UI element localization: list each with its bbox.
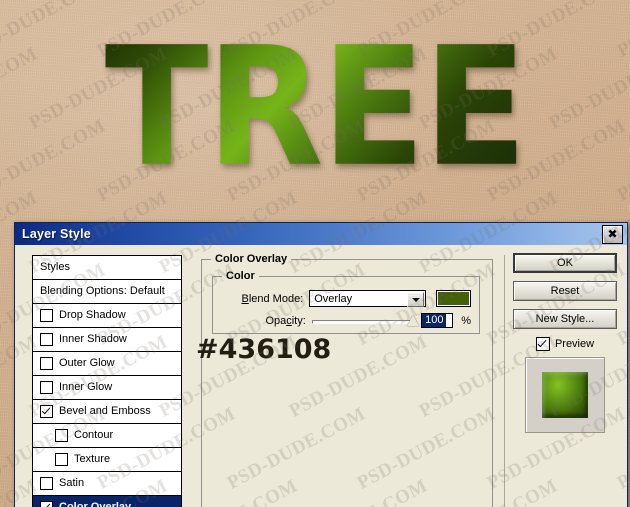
- styles-list-item-label: Satin: [59, 477, 85, 489]
- opacity-unit: %: [461, 314, 471, 327]
- blend-mode-row: Blend Mode: Overlay: [225, 290, 471, 307]
- opacity-slider-track: [311, 319, 416, 324]
- color-overlay-group-title: Color Overlay: [211, 253, 292, 265]
- styles-list-item-label: Inner Shadow: [59, 333, 127, 345]
- artwork-canvas: TREE: [0, 0, 630, 225]
- preview-checkbox[interactable]: [535, 337, 550, 351]
- styles-list-item[interactable]: Inner Shadow: [33, 328, 181, 352]
- panel-divider: [504, 255, 505, 507]
- style-enable-checkbox[interactable]: [55, 453, 68, 466]
- styles-list-item-label: Inner Glow: [59, 381, 113, 393]
- blend-mode-label: Blend Mode:: [241, 292, 304, 305]
- dialog-body: Styles Blending Options: Default Drop Shad…: [15, 245, 627, 507]
- styles-list-item-label: Outer Glow: [59, 357, 115, 369]
- styles-list-item[interactable]: Bevel and Emboss: [33, 400, 181, 424]
- hex-code-annotation: #436108: [196, 334, 332, 365]
- styles-list-item-label: Blending Options: Default: [40, 285, 165, 297]
- opacity-value: 100: [422, 314, 446, 327]
- styles-list-item-label: Bevel and Emboss: [59, 405, 151, 417]
- styles-list-item-label: Color Overlay: [59, 501, 132, 507]
- preview-label: Preview: [554, 338, 595, 350]
- blend-mode-select[interactable]: Overlay: [309, 290, 427, 307]
- styles-list-item[interactable]: Outer Glow: [33, 352, 181, 376]
- styles-list-item[interactable]: Blending Options: Default: [33, 280, 181, 304]
- styles-list-panel[interactable]: Styles Blending Options: Default Drop Shad…: [32, 255, 182, 507]
- ok-button[interactable]: OK: [513, 253, 617, 273]
- dialog-titlebar[interactable]: Layer Style ✖: [15, 223, 627, 245]
- opacity-row: Opacity: 100 %: [225, 313, 471, 328]
- styles-list-item[interactable]: Satin: [33, 472, 181, 496]
- effect-settings-area: Color Overlay Color Blend Mode: Overlay: [201, 251, 499, 507]
- style-enable-checkbox[interactable]: [40, 357, 53, 370]
- styles-list-item[interactable]: Inner Glow: [33, 376, 181, 400]
- preview-thumbnail: [525, 357, 605, 433]
- chevron-down-icon[interactable]: [407, 292, 425, 307]
- dialog-button-column: OK Reset New Style... Preview: [513, 253, 617, 433]
- styles-list-item-label: Drop Shadow: [59, 309, 126, 321]
- dialog-title: Layer Style: [22, 227, 91, 241]
- style-enable-checkbox[interactable]: [40, 381, 53, 394]
- styles-list-item[interactable]: Contour: [33, 424, 181, 448]
- overlay-color-swatch[interactable]: [436, 290, 471, 307]
- preview-toggle-row[interactable]: Preview: [513, 337, 617, 351]
- color-overlay-group: Color Overlay Color Blend Mode: Overlay: [201, 253, 493, 507]
- blend-mode-value: Overlay: [314, 292, 353, 305]
- close-icon[interactable]: ✖: [602, 224, 623, 244]
- opacity-label: Opacity:: [265, 314, 306, 327]
- styles-list-item-label: Styles: [40, 261, 70, 273]
- style-enable-checkbox[interactable]: [40, 309, 53, 322]
- screenshot-root: TREE Layer Style ✖ Styles Blending Option…: [0, 0, 630, 507]
- tree-word-art: TREE: [104, 10, 527, 203]
- styles-list-item[interactable]: Styles: [33, 256, 181, 280]
- color-subgroup: Color Blend Mode: Overlay Opacity: 100 %: [212, 270, 480, 334]
- style-enable-checkbox[interactable]: [40, 333, 53, 346]
- styles-list-item[interactable]: Texture: [33, 448, 181, 472]
- opacity-slider-thumb[interactable]: [407, 314, 420, 326]
- style-enable-checkbox[interactable]: [40, 477, 53, 490]
- styles-list-item-label: Contour: [74, 429, 114, 441]
- reset-button[interactable]: Reset: [513, 281, 617, 301]
- preview-thumbnail-swatch: [542, 372, 588, 418]
- styles-list-item[interactable]: Color Overlay: [33, 496, 181, 507]
- styles-list-item-label: Texture: [74, 453, 111, 465]
- opacity-slider[interactable]: [311, 314, 420, 328]
- opacity-input[interactable]: 100: [421, 313, 454, 328]
- style-enable-checkbox[interactable]: [40, 501, 53, 507]
- style-enable-checkbox[interactable]: [55, 429, 68, 442]
- color-subgroup-title: Color: [222, 270, 259, 282]
- styles-list-item[interactable]: Drop Shadow: [33, 304, 181, 328]
- style-enable-checkbox[interactable]: [40, 405, 53, 418]
- new-style-button[interactable]: New Style...: [513, 309, 617, 329]
